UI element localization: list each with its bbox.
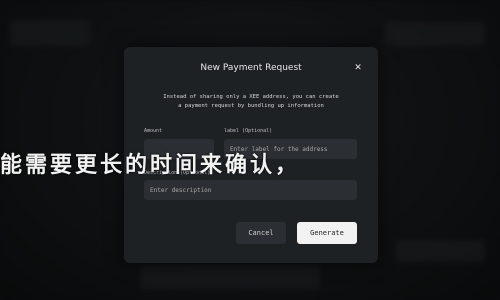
label-input[interactable]	[224, 139, 357, 159]
description-input[interactable]	[144, 180, 357, 200]
dialog-description: Instead of sharing only a XEE address, y…	[144, 93, 358, 111]
description-line: a payment request by bundling up informa…	[178, 103, 324, 109]
description-field-label: Description (Optional)	[144, 170, 211, 176]
amount-label: Amount	[144, 128, 163, 134]
generate-button[interactable]: Generate	[297, 222, 357, 244]
dialog-title: New Payment Request	[200, 63, 302, 73]
label-field-label: label (Optional)	[224, 128, 273, 134]
description-line: Instead of sharing only a XEE address, y…	[163, 94, 339, 100]
cancel-button[interactable]: Cancel	[236, 222, 286, 244]
close-icon[interactable]: ✕	[352, 61, 364, 73]
amount-input[interactable]	[144, 139, 214, 159]
payment-request-dialog: New Payment Request ✕ Instead of sharing…	[124, 47, 378, 263]
